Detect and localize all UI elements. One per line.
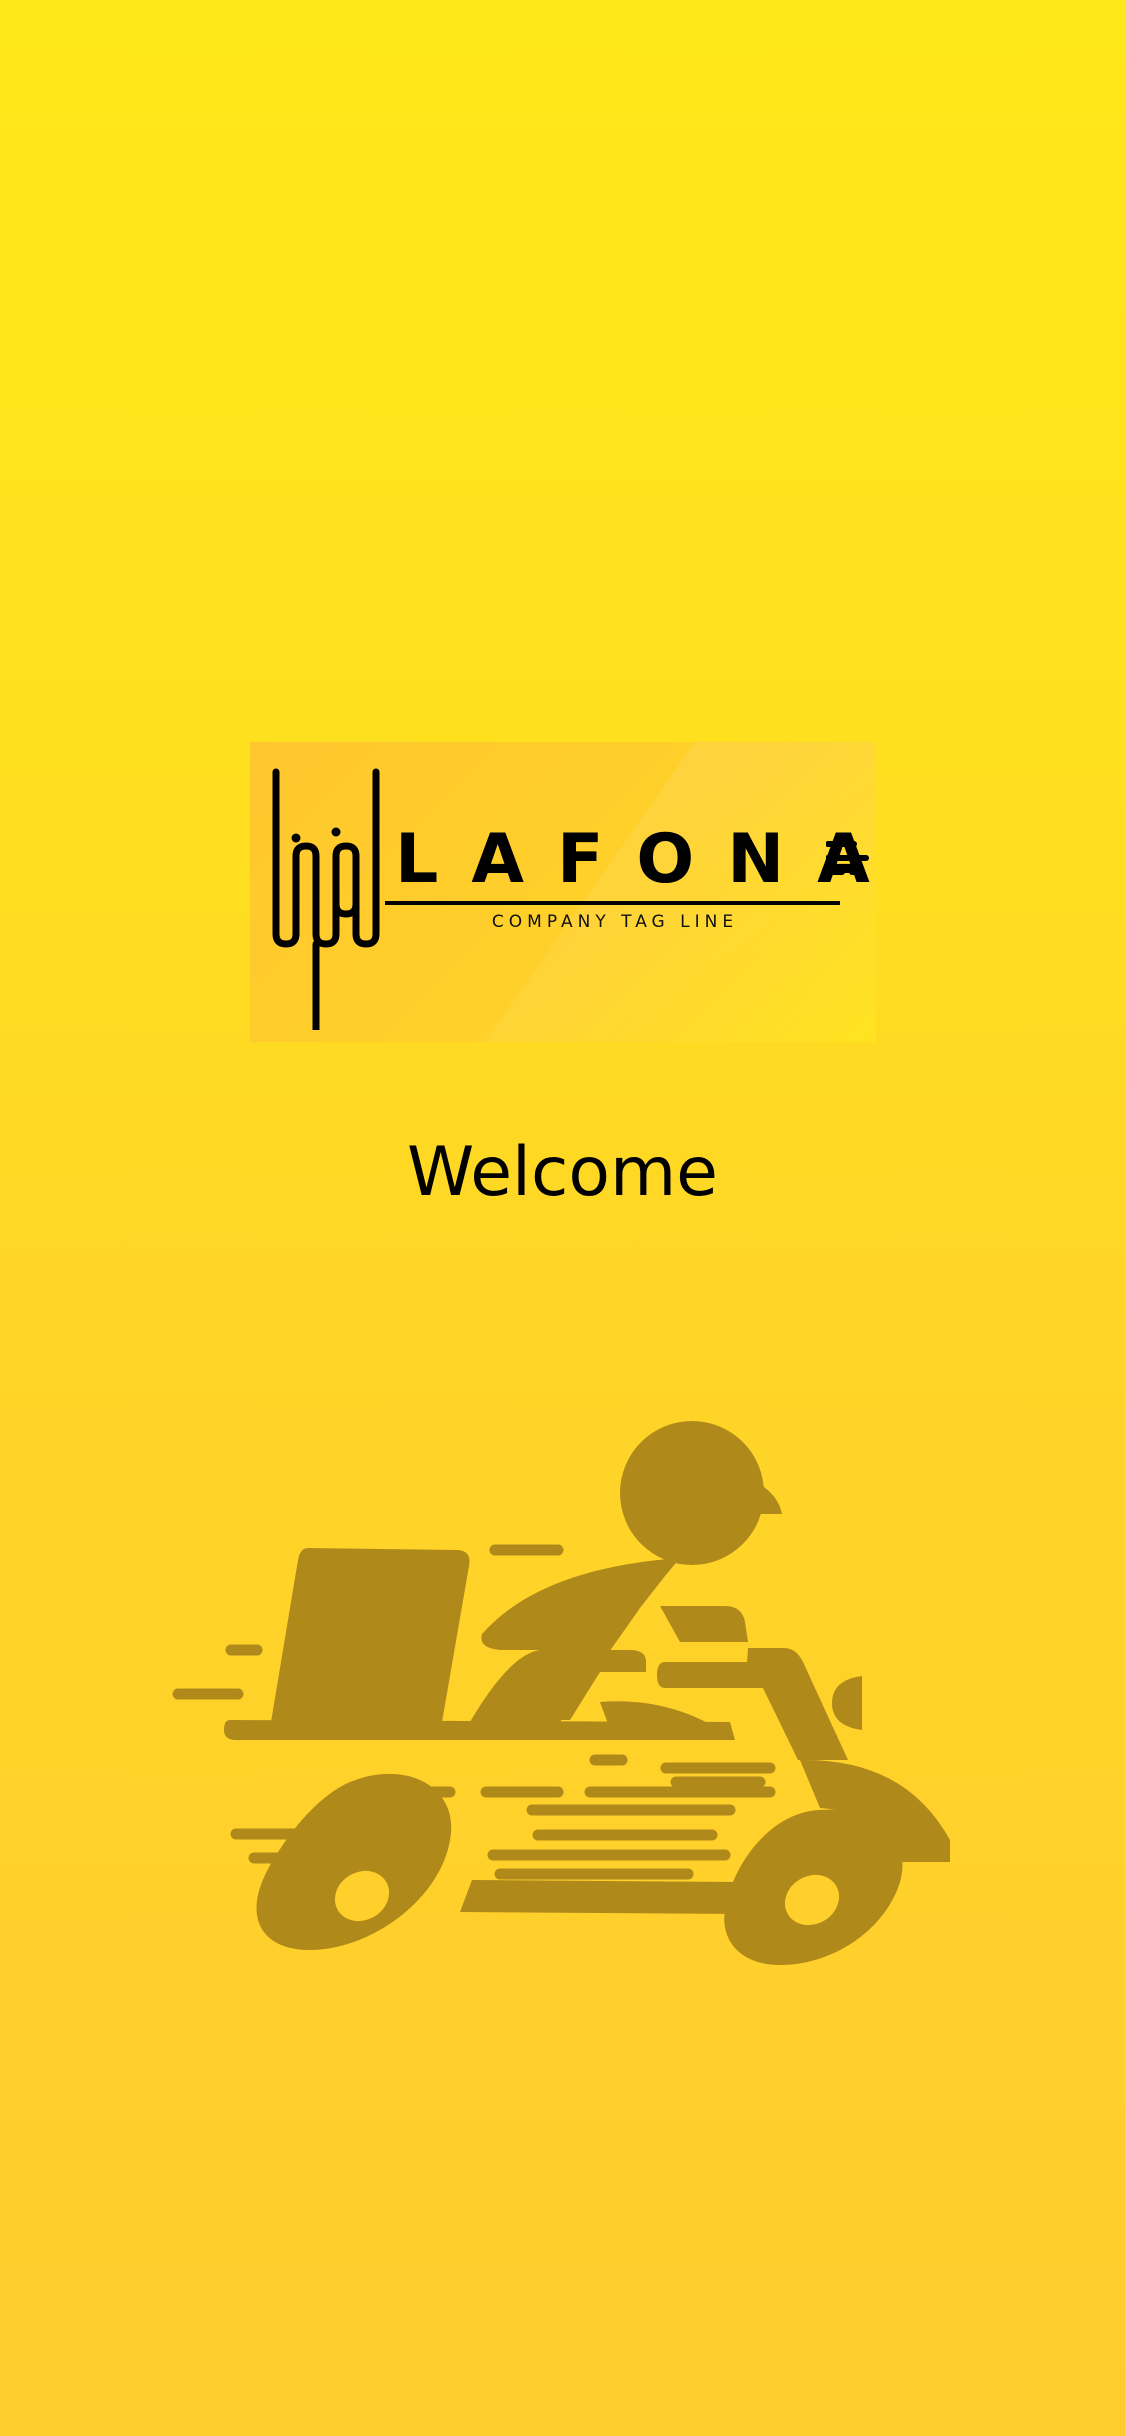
speed-lines-icon	[826, 841, 869, 875]
delivery-scooter-icon	[172, 1421, 950, 1965]
brand-divider	[385, 901, 840, 905]
logo-monogram-icon	[272, 768, 380, 1030]
welcome-heading: Welcome	[406, 1133, 719, 1212]
brand-name: LAFONA	[395, 820, 876, 899]
brand-tagline: COMPANY TAG LINE	[491, 912, 739, 932]
brand-logo: LAFONA COMPANY TAG LINE	[250, 742, 876, 1042]
